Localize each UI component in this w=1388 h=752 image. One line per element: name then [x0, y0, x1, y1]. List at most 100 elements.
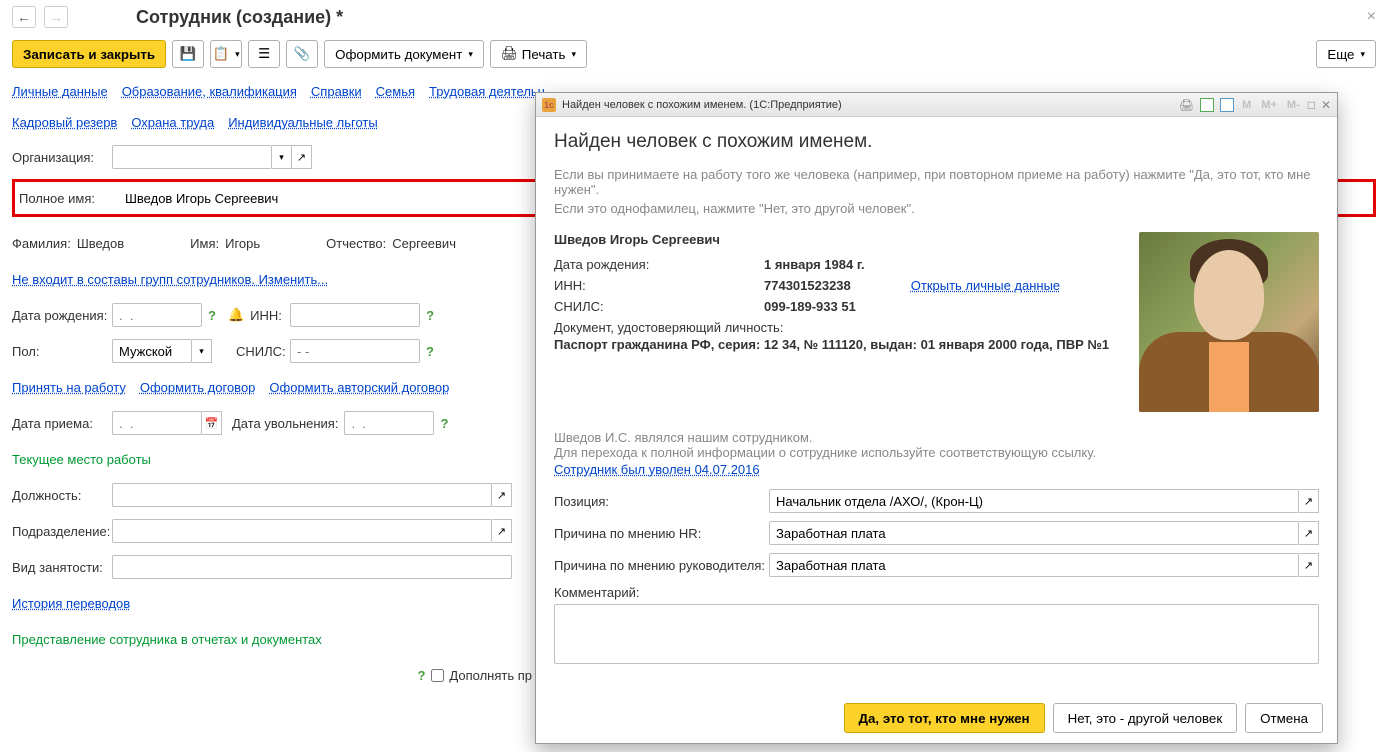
calc-mplus-button[interactable]: M+ — [1261, 99, 1277, 111]
tab-refs[interactable]: Справки — [311, 80, 362, 105]
surname-value: Шведов — [77, 236, 124, 251]
position-external[interactable]: ↗ — [492, 483, 512, 507]
dob-help-icon[interactable]: ? — [208, 308, 216, 323]
calc-m-button[interactable]: M — [1242, 99, 1251, 111]
modal-window-title: Найден человек с похожим именем. (1С:Пре… — [562, 99, 842, 111]
firedate-help-icon[interactable]: ? — [440, 416, 448, 431]
modal-intro1: Если вы принимаете на работу того же чел… — [554, 167, 1319, 197]
print-icon[interactable]: 🖨 — [1179, 98, 1194, 112]
attach-button[interactable]: 📎 — [286, 40, 318, 68]
tab-labor[interactable]: Трудовая деятельн — [429, 80, 545, 105]
page-title: Сотрудник (создание) * — [136, 7, 343, 28]
list-button[interactable]: ☰ — [248, 40, 280, 68]
tab-education[interactable]: Образование, квалификация — [122, 80, 297, 105]
tab-benefits[interactable]: Индивидуальные льготы — [228, 111, 378, 136]
save-close-button[interactable]: Записать и закрыть — [12, 40, 166, 68]
m-reason-mgr-input[interactable] — [769, 553, 1299, 577]
yes-button[interactable]: Да, это тот, кто мне нужен — [844, 703, 1045, 733]
name-value: Игорь — [225, 236, 260, 251]
position-input[interactable] — [112, 483, 492, 507]
dob-label: Дата рождения: — [12, 308, 112, 323]
m-position-ext[interactable]: ↗ — [1299, 489, 1319, 513]
save-icon-button[interactable]: 💾 — [172, 40, 204, 68]
contract-link[interactable]: Оформить договор — [140, 380, 256, 395]
name-label: Имя: — [190, 236, 219, 251]
m-inn-value: 774301523238 — [764, 278, 851, 293]
m-reason-hr-ext[interactable]: ↗ — [1299, 521, 1319, 545]
firedate-label: Дата увольнения: — [232, 416, 338, 431]
bell-icon[interactable]: 🔔 — [228, 307, 244, 323]
hiredate-cal[interactable]: 📅 — [202, 411, 222, 435]
forward-button[interactable]: → — [44, 6, 68, 28]
calendar-blue-icon[interactable] — [1220, 98, 1234, 112]
org-external[interactable]: ↗ — [292, 145, 312, 169]
snils-help-icon[interactable]: ? — [426, 344, 434, 359]
inn-label: ИНН: — [250, 308, 290, 323]
duplicate-person-modal: 1c Найден человек с похожим именем. (1С:… — [535, 92, 1338, 744]
modal-intro2: Если это однофамилец, нажмите "Нет, это … — [554, 201, 1319, 216]
position-label: Должность: — [12, 488, 112, 503]
current-job-heading: Текущее место работы — [12, 452, 151, 467]
calc-mminus-button[interactable]: M- — [1287, 99, 1300, 111]
representation-heading: Представление сотрудника в отчетах и док… — [12, 632, 322, 647]
snils-input[interactable] — [290, 339, 420, 363]
m-dob-value: 1 января 1984 г. — [764, 257, 865, 272]
print-button[interactable]: 🖨 Печать▾ — [490, 40, 587, 68]
supplement-checkbox[interactable] — [431, 669, 444, 682]
tab-family[interactable]: Семья — [376, 80, 415, 105]
emptype-label: Вид занятости: — [12, 560, 112, 575]
no-button[interactable]: Нет, это - другой человек — [1053, 703, 1238, 733]
groups-link[interactable]: Не входит в составы групп сотрудников. И… — [12, 272, 328, 287]
close-icon[interactable]: × — [1367, 8, 1376, 26]
m-position-input[interactable] — [769, 489, 1299, 513]
emptype-input[interactable] — [112, 555, 512, 579]
subdivision-input[interactable] — [112, 519, 492, 543]
sex-input[interactable] — [112, 339, 192, 363]
sex-dropdown[interactable]: ▾ — [192, 339, 212, 363]
m-dob-label: Дата рождения: — [554, 257, 764, 272]
inn-input[interactable] — [290, 303, 420, 327]
calendar-green-icon[interactable] — [1200, 98, 1214, 112]
m-snils-label: СНИЛС: — [554, 299, 764, 314]
fullname-label: Полное имя: — [19, 191, 119, 206]
more-button[interactable]: Еще▾ — [1316, 40, 1376, 68]
m-doc-label: Документ, удостоверяющий личность: — [554, 320, 1125, 335]
m-comment-input[interactable] — [554, 604, 1319, 664]
fired-link[interactable]: Сотрудник был уволен 04.07.2016 — [554, 462, 760, 477]
modal-maximize-icon[interactable]: □ — [1308, 98, 1315, 112]
snils-label: СНИЛС: — [236, 344, 290, 359]
back-button[interactable]: ← — [12, 6, 36, 28]
open-personal-link[interactable]: Открыть личные данные — [911, 278, 1060, 293]
person-photo — [1139, 232, 1319, 412]
tab-personal[interactable]: Личные данные — [12, 80, 108, 105]
copy-button[interactable]: 📋▾ — [210, 40, 242, 68]
inn-help-icon[interactable]: ? — [426, 308, 434, 323]
dob-input[interactable] — [112, 303, 202, 327]
app-logo-icon: 1c — [542, 98, 556, 112]
m-inn-label: ИНН: — [554, 278, 764, 293]
firedate-input[interactable] — [344, 411, 434, 435]
m-snils-value: 099-189-933 51 — [764, 299, 856, 314]
hiredate-label: Дата приема: — [12, 416, 112, 431]
hire-link[interactable]: Принять на работу — [12, 380, 126, 395]
author-link[interactable]: Оформить авторский договор — [269, 380, 449, 395]
transfers-link[interactable]: История переводов — [12, 596, 130, 611]
hiredate-input[interactable] — [112, 411, 202, 435]
org-input[interactable] — [112, 145, 272, 169]
m-reason-mgr-label: Причина по мнению руководителя: — [554, 558, 769, 573]
modal-close-icon[interactable]: ✕ — [1321, 98, 1331, 112]
format-doc-button[interactable]: Оформить документ▾ — [324, 40, 484, 68]
sex-label: Пол: — [12, 344, 112, 359]
goto-info-text: Для перехода к полной информации о сотру… — [554, 445, 1319, 460]
m-reason-mgr-ext[interactable]: ↗ — [1299, 553, 1319, 577]
cancel-button[interactable]: Отмена — [1245, 703, 1323, 733]
tab-safety[interactable]: Охрана труда — [131, 111, 214, 136]
m-reason-hr-input[interactable] — [769, 521, 1299, 545]
modal-heading: Найден человек с похожим именем. — [554, 131, 1319, 153]
patronymic-value: Сергеевич — [392, 236, 456, 251]
subdivision-external[interactable]: ↗ — [492, 519, 512, 543]
org-dropdown[interactable]: ▾ — [272, 145, 292, 169]
tab-reserve[interactable]: Кадровый резерв — [12, 111, 117, 136]
m-comment-label: Комментарий: — [554, 585, 1319, 600]
supplement-help-icon[interactable]: ? — [417, 668, 425, 683]
